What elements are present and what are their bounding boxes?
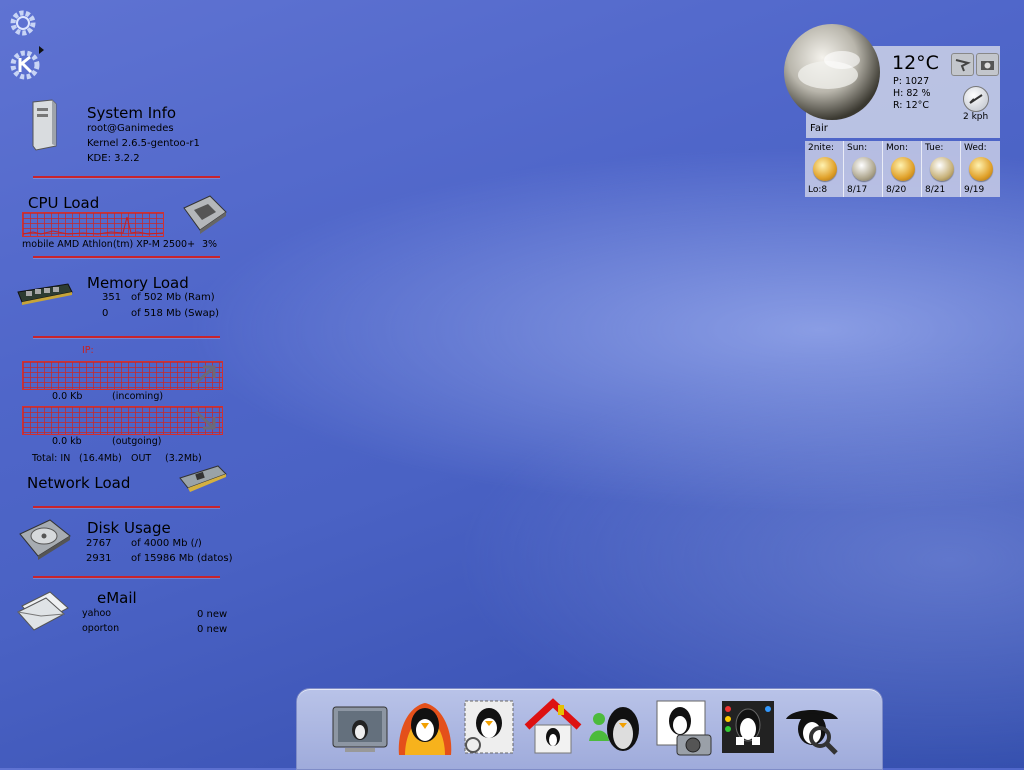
email-title: eMail	[97, 589, 137, 607]
system-info-title: System Info	[87, 104, 177, 122]
weather-forecast: 2nite: Lo:8 Sun: 8/17 Mon: 8/20 Tue: 8/2…	[805, 141, 1000, 197]
email-account-name: yahoo	[82, 608, 112, 619]
divider	[33, 576, 220, 578]
kde-version: KDE: 3.2.2	[87, 153, 140, 164]
wind-speed: 2 kph	[963, 112, 989, 122]
outgoing-value: 0.0 kb	[52, 436, 82, 447]
total-out-value: (3.2Mb)	[165, 453, 202, 464]
divider	[33, 336, 220, 338]
divider	[33, 506, 220, 508]
weather-real-feel: R: 12°C	[893, 100, 930, 111]
forecast-day-label: Wed:	[964, 143, 987, 153]
total-in-value: (16.4Mb)	[79, 453, 122, 464]
system-user: root@Ganimedes	[87, 123, 174, 134]
ram-used: 351	[102, 292, 122, 303]
swap-used: 0	[102, 308, 109, 319]
hard-disk-icon	[16, 516, 72, 560]
forecast-day: Mon: 8/20	[883, 141, 922, 197]
settings-gear-icon[interactable]	[8, 8, 38, 38]
kde-menu-icon[interactable]	[8, 44, 46, 82]
dock	[296, 688, 883, 770]
forecast-value: Lo:8	[808, 185, 828, 195]
total-out-label: OUT	[131, 453, 152, 464]
incoming-value: 0.0 Kb	[52, 391, 83, 402]
email-account-count: 0 new	[197, 624, 228, 635]
email-account-count: 0 new	[197, 609, 228, 620]
cpu-chip-icon	[180, 192, 228, 234]
swap-total: of 518 Mb (Swap)	[131, 308, 220, 319]
divider	[33, 256, 220, 258]
network-load-title: Network Load	[27, 474, 131, 492]
weather-temperature: 12°C	[892, 52, 939, 74]
home-icon[interactable]	[523, 697, 583, 757]
divider	[33, 176, 220, 178]
disk-usage-title: Disk Usage	[87, 519, 171, 537]
disk-root-used: 2767	[86, 538, 112, 549]
wind-direction-icon	[963, 86, 989, 112]
partly-cloudy-icon	[930, 157, 954, 181]
network-card-icon	[178, 464, 228, 494]
cloudy-moon-icon	[780, 20, 886, 126]
search-penguin-icon[interactable]	[782, 697, 842, 757]
firefox-penguin-icon[interactable]	[395, 697, 455, 757]
ram-total: of 502 Mb (Ram)	[131, 292, 215, 303]
forecast-day-label: Tue:	[925, 143, 944, 153]
weather-condition: Fair	[810, 123, 828, 134]
forecast-day: Sun: 8/17	[844, 141, 883, 197]
forecast-value: 9/19	[964, 185, 985, 195]
forecast-day: 2nite: Lo:8	[805, 141, 844, 197]
cpu-load-title: CPU Load	[28, 194, 100, 212]
forecast-day: Tue: 8/21	[922, 141, 961, 197]
network-outgoing-graph	[22, 406, 223, 435]
moon-icon	[813, 157, 837, 181]
forecast-value: 8/20	[886, 185, 907, 195]
memory-load-title: Memory Load	[87, 274, 189, 292]
email-account-name: oporton	[82, 623, 120, 634]
sun-icon	[891, 157, 915, 181]
cpu-model: mobile AMD Athlon(tm) XP-M 2500+	[22, 239, 196, 250]
control-panel-penguin-icon[interactable]	[718, 697, 778, 757]
kernel-version: Kernel 2.6.5-gentoo-r1	[87, 138, 200, 149]
weather-humidity: H: 82 %	[893, 88, 931, 99]
ip-label: IP:	[82, 345, 94, 356]
forecast-value: 8/21	[925, 185, 946, 195]
computer-tower-icon	[28, 98, 60, 152]
disk-datos-total: of 15986 Mb (datos)	[131, 553, 233, 564]
memory-module-icon	[16, 280, 74, 308]
cpu-load-graph	[22, 212, 164, 237]
outgoing-label: (outgoing)	[112, 436, 162, 447]
weather-camera-icon[interactable]	[976, 53, 999, 76]
terminal-icon[interactable]	[330, 697, 390, 757]
network-incoming-graph	[22, 361, 223, 390]
forecast-day-label: 2nite:	[808, 143, 835, 153]
sun-icon	[969, 157, 993, 181]
forecast-day-label: Mon:	[886, 143, 909, 153]
mail-envelopes-icon	[16, 586, 72, 632]
forecast-day: Wed: 9/19	[961, 141, 999, 197]
cpu-usage: 3%	[202, 239, 218, 250]
disk-root-total: of 4000 Mb (/)	[131, 538, 202, 549]
forecast-value: 8/17	[847, 185, 868, 195]
total-in-label: Total: IN	[32, 453, 71, 464]
photo-penguin-icon[interactable]	[653, 697, 713, 757]
messenger-penguin-icon[interactable]	[587, 697, 647, 757]
partly-cloudy-icon	[852, 157, 876, 181]
mail-penguin-icon[interactable]	[459, 697, 519, 757]
forecast-day-label: Sun:	[847, 143, 868, 153]
weather-pressure: P: 1027	[893, 76, 930, 87]
incoming-label: (incoming)	[112, 391, 164, 402]
disk-datos-used: 2931	[86, 553, 112, 564]
weather-map-icon[interactable]	[951, 53, 974, 76]
